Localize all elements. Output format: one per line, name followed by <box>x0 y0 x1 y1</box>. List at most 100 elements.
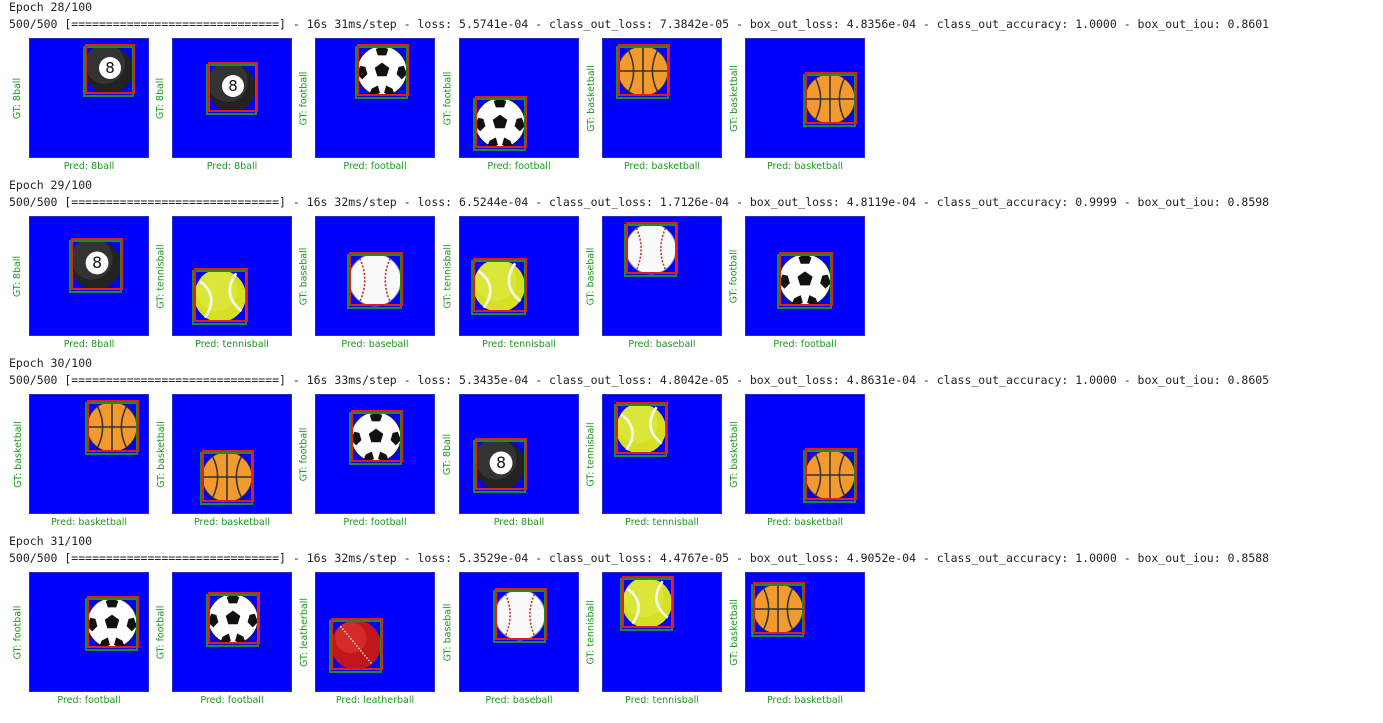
sample-image <box>315 216 435 336</box>
sample-image: 8 <box>172 38 292 158</box>
ground-truth-label: GT: football <box>726 216 742 336</box>
ground-truth-text: GT: 8ball <box>155 77 167 119</box>
sample-image <box>459 572 579 692</box>
ground-truth-label: GT: basketball <box>726 38 742 158</box>
tennisball-icon <box>193 269 247 323</box>
sample-image: 8 <box>459 394 579 514</box>
ground-truth-text: GT: football <box>728 249 740 303</box>
sample-panel: GT: football Pred: football <box>296 38 435 178</box>
prediction-label: Pred: tennisball <box>195 339 269 350</box>
sample-panel: GT: tennisball Pred: tennisball <box>583 572 722 712</box>
prediction-label: Pred: 8ball <box>63 161 115 172</box>
sample-image <box>459 216 579 336</box>
prediction-label: Pred: baseball <box>628 339 696 350</box>
sample-image: 8 <box>29 216 149 336</box>
basketball-icon <box>804 73 856 125</box>
sample-panel: GT: basketball Pred: basketball <box>726 572 865 712</box>
ground-truth-text: GT: 8ball <box>442 433 454 475</box>
prediction-label: Pred: football <box>773 339 837 350</box>
sample-image <box>459 38 579 158</box>
sample-panel: GT: tennisball Pred: tennisball <box>153 216 292 356</box>
ground-truth-text: GT: tennisball <box>585 599 597 665</box>
ground-truth-label: GT: baseball <box>583 216 599 336</box>
ground-truth-text: GT: tennisball <box>442 243 454 309</box>
ground-truth-text: GT: football <box>298 427 310 481</box>
football-icon <box>356 45 408 97</box>
ground-truth-text: GT: baseball <box>298 247 310 305</box>
ground-truth-label: GT: basketball <box>153 394 169 514</box>
sample-image <box>602 572 722 692</box>
prediction-label: Pred: 8ball <box>206 161 258 172</box>
sample-panel: GT: baseball Pred: baseball <box>440 572 579 712</box>
ground-truth-label: GT: basketball <box>726 394 742 514</box>
football-icon <box>350 411 402 463</box>
ground-truth-text: GT: tennisball <box>155 243 167 309</box>
ground-truth-label: GT: baseball <box>296 216 312 336</box>
sample-image <box>745 572 865 692</box>
ground-truth-label: GT: 8ball <box>440 394 456 514</box>
prediction-label: Pred: baseball <box>341 339 409 350</box>
ground-truth-text: GT: basketball <box>155 420 167 488</box>
training-progress-line: 500/500 [==============================]… <box>9 551 1270 565</box>
sample-panel: GT: tennisball Pred: tennisball <box>440 216 579 356</box>
ground-truth-text: GT: football <box>12 605 24 659</box>
prediction-label: Pred: basketball <box>766 517 844 528</box>
sample-image <box>172 216 292 336</box>
sample-image <box>745 216 865 336</box>
basketball-icon <box>617 45 669 97</box>
ground-truth-text: GT: football <box>298 71 310 125</box>
ground-truth-text: GT: basketball <box>728 598 740 666</box>
ground-truth-label: GT: basketball <box>10 394 26 514</box>
svg-text:8: 8 <box>92 254 102 272</box>
sample-panel: GT: 8ball 8 Pred: 8ball <box>10 38 149 178</box>
8ball-icon: 8 <box>70 237 122 291</box>
training-progress-line: 500/500 [==============================]… <box>9 373 1270 387</box>
ground-truth-text: GT: football <box>442 71 454 125</box>
epoch-block: Epoch 31/100 500/500 [===================… <box>0 534 1383 712</box>
prediction-label: Pred: basketball <box>766 695 844 706</box>
sample-image <box>315 572 435 692</box>
football-icon <box>86 597 138 649</box>
sample-panel: GT: 8ball 8 Pred: 8ball <box>10 216 149 356</box>
sample-image <box>29 572 149 692</box>
sample-panel: GT: basketball Pred: basketball <box>726 38 865 178</box>
prediction-label: Pred: leatherball <box>335 695 415 706</box>
epoch-block: Epoch 29/100 500/500 [===================… <box>0 178 1383 356</box>
prediction-label: Pred: tennisball <box>625 695 699 706</box>
basketball-icon <box>201 451 253 503</box>
sample-panel: GT: football Pred: football <box>296 394 435 534</box>
epoch-header: Epoch 29/100 <box>9 178 93 192</box>
sample-panel: GT: leatherball Pred: leatherball <box>296 572 435 712</box>
ground-truth-label: GT: tennisball <box>583 572 599 692</box>
sample-image <box>29 394 149 514</box>
epoch-header: Epoch 30/100 <box>9 356 93 370</box>
epoch-header: Epoch 28/100 <box>9 0 93 14</box>
prediction-label: Pred: basketball <box>623 161 701 172</box>
football-icon <box>474 97 526 149</box>
prediction-label: Pred: basketball <box>193 517 271 528</box>
basketball-icon <box>804 449 856 501</box>
ground-truth-label: GT: tennisball <box>583 394 599 514</box>
prediction-label: Pred: football <box>487 161 551 172</box>
sample-image <box>315 38 435 158</box>
ground-truth-label: GT: leatherball <box>296 572 312 692</box>
baseball-icon <box>494 589 546 641</box>
ground-truth-text: GT: baseball <box>585 247 597 305</box>
tennisball-icon <box>615 403 667 455</box>
ground-truth-text: GT: leatherball <box>298 597 310 667</box>
ground-truth-label: GT: baseball <box>440 572 456 692</box>
epoch-header: Epoch 31/100 <box>9 534 93 548</box>
sample-panel: GT: 8ball 8 Pred: 8ball <box>153 38 292 178</box>
ground-truth-label: GT: football <box>10 572 26 692</box>
svg-text:8: 8 <box>105 59 115 77</box>
sample-image <box>315 394 435 514</box>
baseball-icon <box>625 223 677 275</box>
sample-panel: GT: football Pred: football <box>153 572 292 712</box>
prediction-label: Pred: tennisball <box>625 517 699 528</box>
ground-truth-label: GT: 8ball <box>10 216 26 336</box>
ground-truth-label: GT: 8ball <box>153 38 169 158</box>
prediction-label: Pred: 8ball <box>63 339 115 350</box>
prediction-label: Pred: football <box>343 517 407 528</box>
epoch-block: Epoch 28/100 500/500 [===================… <box>0 0 1383 178</box>
sample-image <box>172 572 292 692</box>
